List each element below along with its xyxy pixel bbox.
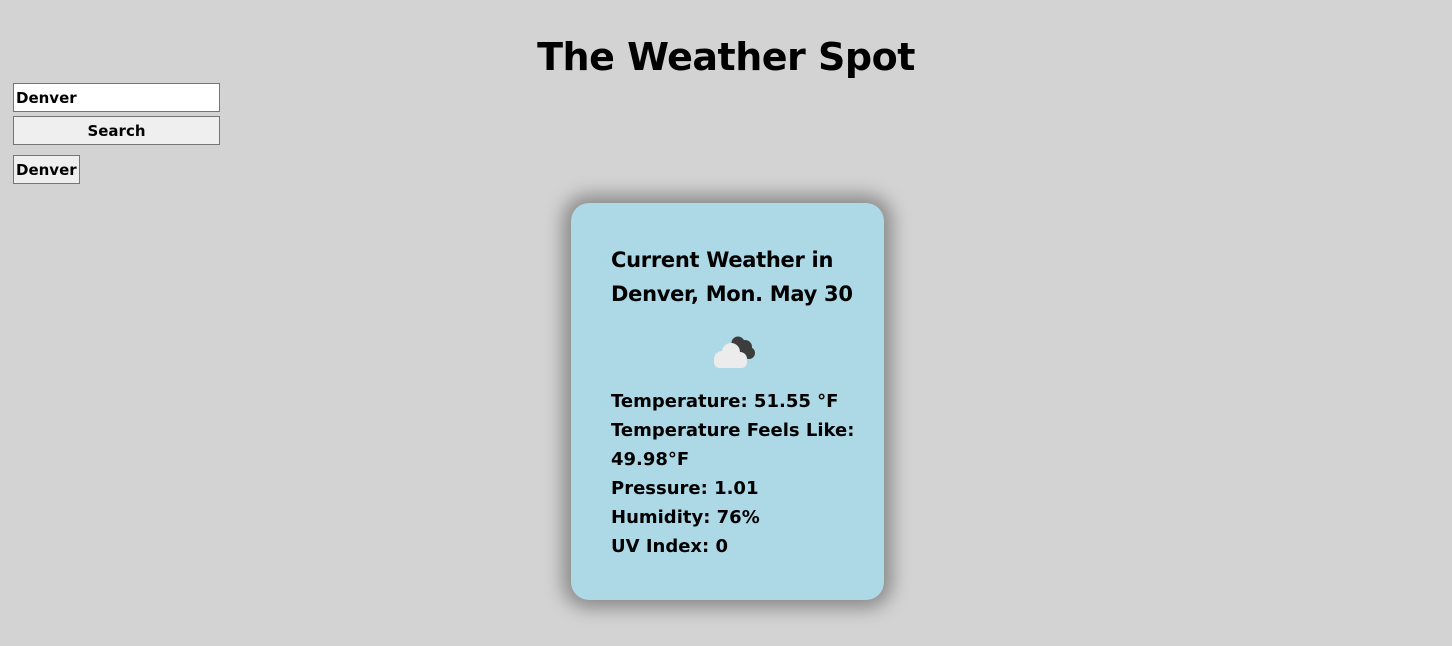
city-search-input[interactable] — [13, 83, 220, 112]
history-city-button-denver[interactable]: Denver — [13, 155, 80, 184]
current-weather-card: Current Weather in Denver, Mon. May 30 T… — [571, 203, 884, 600]
weather-details: Temperature: 51.55 °F Temperature Feels … — [611, 387, 854, 561]
uv-index-text: UV Index: 0 — [611, 536, 729, 557]
weather-card-heading: Current Weather in Denver, Mon. May 30 — [611, 248, 853, 306]
humidity-text: Humidity: 76% — [611, 507, 760, 528]
broken-clouds-icon — [713, 336, 755, 368]
feels-like-label: Temperature Feels Like: — [611, 420, 855, 441]
feels-like-value: 49.98°F — [611, 449, 690, 470]
temperature-text: Temperature: 51.55 °F — [611, 391, 839, 412]
page-title: The Weather Spot — [537, 35, 915, 80]
pressure-text: Pressure: 1.01 — [611, 478, 759, 499]
search-button[interactable]: Search — [13, 116, 220, 145]
